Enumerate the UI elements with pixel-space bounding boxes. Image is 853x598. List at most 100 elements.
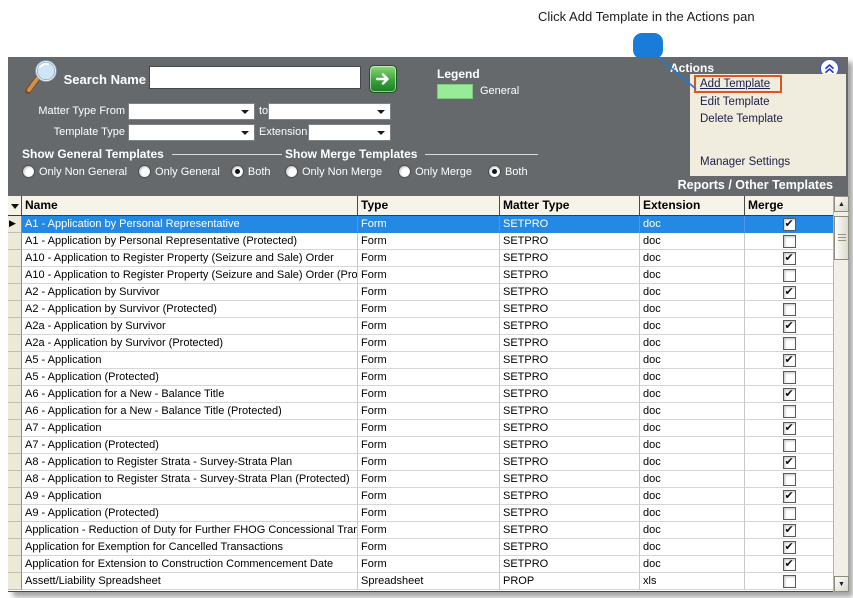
- merge-checkbox[interactable]: [783, 490, 796, 503]
- table-row[interactable]: A8 - Application to Register Strata - Su…: [8, 471, 833, 488]
- column-header-type[interactable]: Type: [358, 196, 500, 215]
- row-selector[interactable]: [8, 216, 22, 233]
- table-row[interactable]: A2 - Application by SurvivorFormSETPROdo…: [8, 284, 833, 301]
- radio-only-non-merge[interactable]: Only Non Merge: [285, 165, 382, 178]
- cell-matter-type: SETPRO: [500, 318, 640, 335]
- search-input[interactable]: [149, 66, 361, 89]
- row-selector[interactable]: [8, 318, 22, 335]
- actions-title: Actions: [670, 61, 714, 75]
- merge-checkbox[interactable]: [783, 422, 796, 435]
- table-row[interactable]: A9 - Application (Protected)FormSETPROdo…: [8, 505, 833, 522]
- row-selector[interactable]: [8, 505, 22, 522]
- cell-merge: [745, 284, 833, 301]
- search-go-button[interactable]: [369, 65, 397, 93]
- merge-checkbox[interactable]: [783, 303, 796, 316]
- extension-select[interactable]: [308, 124, 391, 141]
- column-header-matter-type[interactable]: Matter Type: [500, 196, 640, 215]
- merge-checkbox[interactable]: [783, 337, 796, 350]
- merge-checkbox[interactable]: [783, 218, 796, 231]
- radio-only-non-general[interactable]: Only Non General: [22, 165, 127, 178]
- table-row[interactable]: A2a - Application by Survivor (Protected…: [8, 335, 833, 352]
- table-row[interactable]: Assett/Liability SpreadsheetSpreadsheetP…: [8, 573, 833, 590]
- table-row[interactable]: A9 - ApplicationFormSETPROdoc: [8, 488, 833, 505]
- radio-general-both[interactable]: Both: [231, 165, 271, 178]
- delete-template-link[interactable]: Delete Template: [700, 113, 783, 125]
- table-row[interactable]: A6 - Application for a New - Balance Tit…: [8, 386, 833, 403]
- merge-checkbox[interactable]: [783, 269, 796, 282]
- table-row[interactable]: A8 - Application to Register Strata - Su…: [8, 454, 833, 471]
- radio-only-general[interactable]: Only General: [138, 165, 220, 178]
- cell-merge: [745, 488, 833, 505]
- row-selector[interactable]: [8, 250, 22, 267]
- row-selector[interactable]: [8, 403, 22, 420]
- row-selector[interactable]: [8, 471, 22, 488]
- row-selector[interactable]: [8, 522, 22, 539]
- table-row[interactable]: Application - Reduction of Duty for Furt…: [8, 522, 833, 539]
- table-row[interactable]: A10 - Application to Register Property (…: [8, 267, 833, 284]
- row-selector[interactable]: [8, 573, 22, 590]
- table-row[interactable]: A7 - Application (Protected)FormSETPROdo…: [8, 437, 833, 454]
- merge-checkbox[interactable]: [783, 558, 796, 571]
- row-selector[interactable]: [8, 420, 22, 437]
- row-selector-header[interactable]: [8, 196, 22, 215]
- vertical-scrollbar[interactable]: ▲ ▼: [833, 196, 848, 592]
- table-row[interactable]: A5 - ApplicationFormSETPROdoc: [8, 352, 833, 369]
- table-row[interactable]: A2 - Application by Survivor (Protected)…: [8, 301, 833, 318]
- row-selector[interactable]: [8, 454, 22, 471]
- manager-settings-link[interactable]: Manager Settings: [700, 156, 790, 168]
- table-row[interactable]: Application for Exemption for Cancelled …: [8, 539, 833, 556]
- merge-checkbox[interactable]: [783, 439, 796, 452]
- matter-type-to-select[interactable]: [268, 103, 391, 120]
- merge-checkbox[interactable]: [783, 286, 796, 299]
- table-row[interactable]: A2a - Application by SurvivorFormSETPROd…: [8, 318, 833, 335]
- row-selector[interactable]: [8, 335, 22, 352]
- row-selector[interactable]: [8, 539, 22, 556]
- table-row[interactable]: Application for Extension to Constructio…: [8, 556, 833, 573]
- table-row[interactable]: A1 - Application by Personal Representat…: [8, 233, 833, 250]
- row-selector[interactable]: [8, 284, 22, 301]
- merge-checkbox[interactable]: [783, 473, 796, 486]
- row-selector[interactable]: [8, 267, 22, 284]
- row-selector[interactable]: [8, 488, 22, 505]
- table-row[interactable]: A10 - Application to Register Property (…: [8, 250, 833, 267]
- merge-checkbox[interactable]: [783, 575, 796, 588]
- row-selector[interactable]: [8, 301, 22, 318]
- merge-checkbox[interactable]: [783, 405, 796, 418]
- edit-template-link[interactable]: Edit Template: [700, 96, 769, 108]
- row-selector[interactable]: [8, 369, 22, 386]
- cell-matter-type: SETPRO: [500, 352, 640, 369]
- merge-checkbox[interactable]: [783, 252, 796, 265]
- merge-checkbox[interactable]: [783, 507, 796, 520]
- table-row[interactable]: A1 - Application by Personal Representat…: [8, 216, 833, 233]
- cell-name: A5 - Application (Protected): [22, 369, 358, 386]
- column-header-extension[interactable]: Extension: [640, 196, 745, 215]
- row-selector[interactable]: [8, 352, 22, 369]
- merge-checkbox[interactable]: [783, 388, 796, 401]
- merge-checkbox[interactable]: [783, 354, 796, 367]
- row-selector[interactable]: [8, 556, 22, 573]
- radio-merge-both[interactable]: Both: [488, 165, 528, 178]
- table-row[interactable]: A6 - Application for a New - Balance Tit…: [8, 403, 833, 420]
- scroll-down-button[interactable]: ▼: [834, 576, 849, 592]
- row-selector[interactable]: [8, 233, 22, 250]
- merge-checkbox[interactable]: [783, 235, 796, 248]
- column-header-name[interactable]: Name: [22, 196, 358, 215]
- row-selector[interactable]: [8, 437, 22, 454]
- radio-only-merge[interactable]: Only Merge: [398, 165, 472, 178]
- merge-checkbox[interactable]: [783, 541, 796, 554]
- merge-checkbox[interactable]: [783, 524, 796, 537]
- cell-merge: [745, 301, 833, 318]
- merge-checkbox[interactable]: [783, 371, 796, 384]
- merge-checkbox[interactable]: [783, 456, 796, 469]
- template-type-select[interactable]: [128, 124, 255, 141]
- matter-type-from-select[interactable]: [128, 103, 255, 120]
- column-header-merge[interactable]: Merge: [745, 196, 833, 215]
- merge-checkbox[interactable]: [783, 320, 796, 333]
- cell-name: A2a - Application by Survivor: [22, 318, 358, 335]
- scrollbar-thumb[interactable]: [834, 216, 849, 260]
- row-selector[interactable]: [8, 386, 22, 403]
- table-row[interactable]: A7 - ApplicationFormSETPROdoc: [8, 420, 833, 437]
- scroll-up-button[interactable]: ▲: [834, 196, 849, 212]
- table-row[interactable]: A5 - Application (Protected)FormSETPROdo…: [8, 369, 833, 386]
- cell-name: A10 - Application to Register Property (…: [22, 250, 358, 267]
